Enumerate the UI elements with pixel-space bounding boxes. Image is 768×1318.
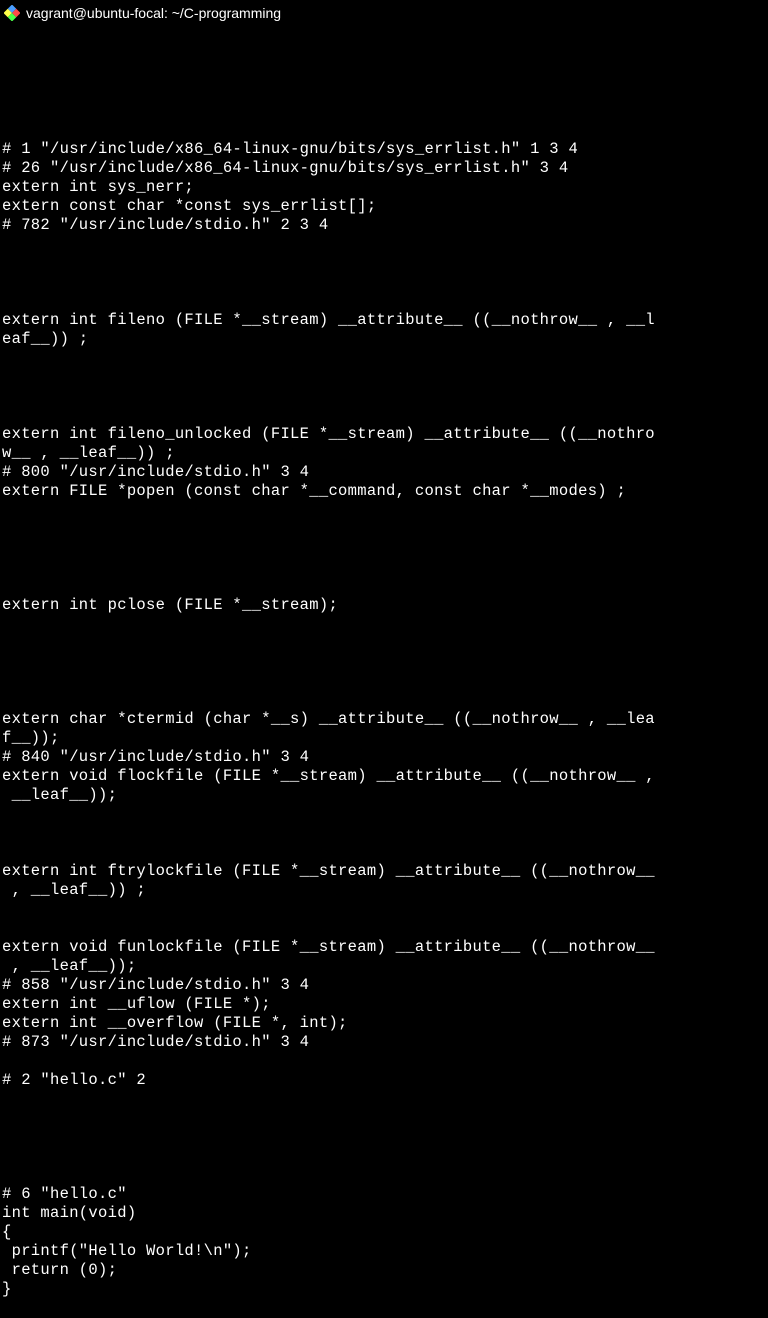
window-titlebar: vagrant@ubuntu-focal: ~/C-programming (0, 0, 768, 26)
app-icon (4, 5, 20, 21)
terminal-pane[interactable]: # 1 "/usr/include/x86_64-linux-gnu/bits/… (0, 26, 768, 1318)
terminal-output: # 1 "/usr/include/x86_64-linux-gnu/bits/… (0, 64, 768, 1299)
window-title: vagrant@ubuntu-focal: ~/C-programming (26, 5, 281, 21)
